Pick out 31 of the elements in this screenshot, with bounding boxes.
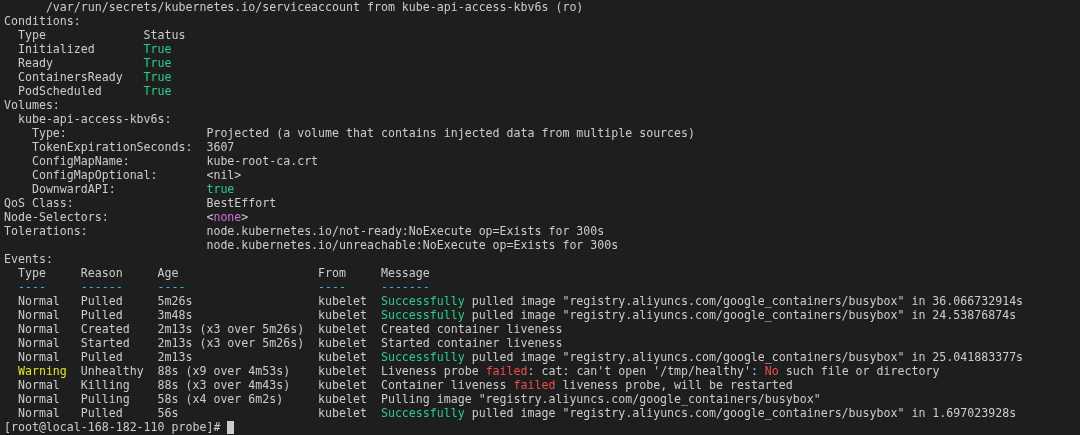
terminal-line: Node-Selectors: <none> <box>4 210 249 224</box>
terminal-line: kube-api-access-kbv6s: <box>16 112 172 126</box>
terminal-line: ContainersReady True <box>16 70 172 84</box>
terminal-line: Type: Projected (a volume that contains injected data from multiple sources) <box>30 126 696 140</box>
terminal-line: QoS Class: BestEffort <box>4 196 277 210</box>
terminal-line: ConfigMapOptional: <nil> <box>30 168 242 182</box>
terminal-line: Normal Pulled 2m13s kubelet Successfully pulled image "registry.aliyuncs.com/google_containers/busybox" in 25.041883377s <box>16 350 1024 364</box>
terminal-line: Volumes: <box>4 98 60 112</box>
terminal-line: ConfigMapName: kube-root-ca.crt <box>30 154 319 168</box>
terminal-line: Normal Pulling 58s (x4 over 6m2s) kubelet Pulling image "registry.aliyuncs.com/google_containers/busybox" <box>16 392 821 406</box>
terminal-line: Normal Killing 88s (x3 over 4m43s) kubelet Container liveness failed liveness probe, will be restarted <box>16 378 793 392</box>
terminal-line: Tolerations: node.kubernetes.io/not-ready:NoExecute op=Exists for 300s <box>4 224 605 238</box>
terminal-line: ---- ------ ---- ---- ------- <box>16 280 430 294</box>
terminal-line: PodScheduled True <box>16 84 172 98</box>
terminal-line: Ready True <box>16 56 172 70</box>
terminal-line: Normal Pulled 3m48s kubelet Successfully pulled image "registry.aliyuncs.com/google_containers/busybox" in 24.53876874s <box>16 308 1017 322</box>
terminal-line: Conditions: <box>4 14 81 28</box>
terminal-line: Warning Unhealthy 88s (x9 over 4m53s) kubelet Liveness probe failed: cat: can't open '/tmp/healthy': No such file or directory <box>16 364 940 378</box>
terminal-line: Normal Started 2m13s (x3 over 5m26s) kubelet Started container liveness <box>16 336 563 350</box>
shell-prompt: [root@local-168-182-110 probe]# <box>4 420 222 434</box>
terminal-line: Initialized True <box>16 42 172 56</box>
terminal-line: node.kubernetes.io/unreachable:NoExecute op=Exists for 300s <box>205 238 619 252</box>
terminal-line: DownwardAPI: true <box>30 182 235 196</box>
terminal-line: TokenExpirationSeconds: 3607 <box>30 140 235 154</box>
terminal-line: Events: <box>4 252 53 266</box>
terminal-line: Normal Created 2m13s (x3 over 5m26s) kubelet Created container liveness <box>16 322 563 336</box>
terminal-line: /var/run/secrets/kubernetes.io/serviceaccount from kube-api-access-kbv6s (ro) <box>44 0 584 14</box>
terminal-line: Normal Pulled 56s kubelet Successfully pulled image "registry.aliyuncs.com/google_containers/busybox" in 1.697023928s <box>16 406 1017 420</box>
terminal-line: Type Reason Age From Message <box>16 266 430 280</box>
terminal-line: Normal Pulled 5m26s kubelet Successfully pulled image "registry.aliyuncs.com/google_containers/busybox" in 36.066732914s <box>16 294 1024 308</box>
terminal-line: Type Status <box>16 28 186 42</box>
